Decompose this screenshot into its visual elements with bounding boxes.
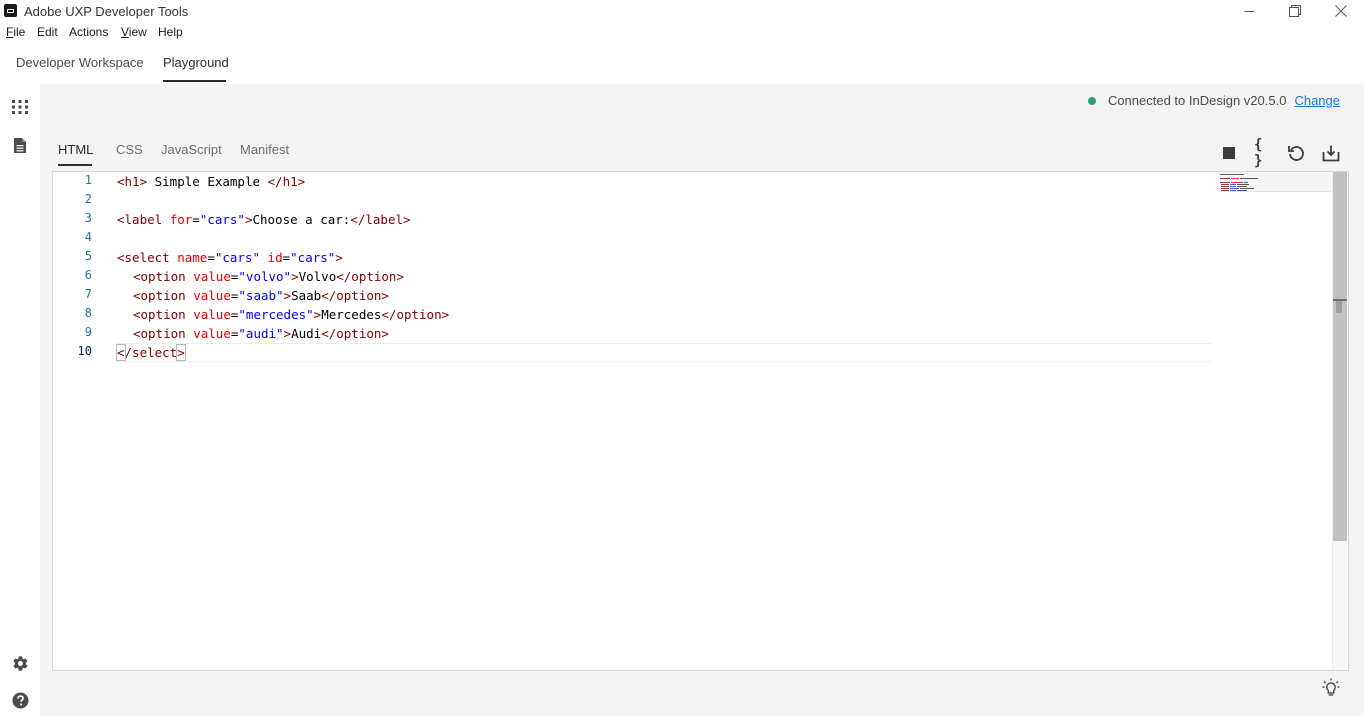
connection-status-text: Connected to InDesign v20.5.0 bbox=[1107, 93, 1287, 108]
menu-view[interactable]: View bbox=[121, 25, 147, 39]
close-button[interactable] bbox=[1318, 0, 1363, 22]
tab-playground[interactable]: Playground bbox=[163, 55, 229, 70]
change-link[interactable]: Change bbox=[1294, 93, 1340, 108]
vertical-scrollbar[interactable] bbox=[1332, 172, 1347, 670]
tab-javascript[interactable]: JavaScript bbox=[161, 142, 222, 157]
minimize-icon bbox=[1244, 10, 1255, 12]
code-line: <label for="cars">Choose a car:</label> bbox=[117, 212, 411, 227]
reload-icon bbox=[1288, 146, 1304, 161]
active-subtab-indicator bbox=[58, 164, 92, 166]
tab-html[interactable]: HTML bbox=[58, 142, 93, 157]
code-line: <h1> Simple Example </h1> bbox=[117, 174, 306, 189]
tab-manifest[interactable]: Manifest bbox=[240, 142, 289, 157]
minimap[interactable] bbox=[1218, 172, 1331, 192]
close-icon bbox=[1334, 5, 1347, 17]
line-number: 3 bbox=[84, 211, 92, 225]
lightbulb-icon[interactable] bbox=[1322, 678, 1340, 698]
menu-bar: File Edit Actions View Help bbox=[0, 22, 1364, 42]
tab-developer-workspace[interactable]: Developer Workspace bbox=[16, 55, 144, 70]
top-tabs: Developer Workspace Playground bbox=[0, 42, 1364, 85]
current-line-highlight bbox=[117, 343, 1211, 362]
menu-view-label: iew bbox=[128, 25, 147, 39]
title-bar: Adobe UXP Developer Tools bbox=[0, 0, 1364, 22]
app-logo-icon bbox=[4, 4, 17, 17]
line-number: 6 bbox=[84, 268, 92, 282]
left-rail bbox=[0, 84, 40, 716]
stop-button[interactable] bbox=[1220, 144, 1238, 162]
menu-file[interactable]: File bbox=[6, 25, 25, 39]
line-number: 1 bbox=[84, 173, 92, 187]
stop-icon bbox=[1223, 147, 1235, 159]
connection-status: Connected to InDesign v20.5.0 Change bbox=[1087, 93, 1340, 108]
minimize-button[interactable] bbox=[1227, 0, 1272, 22]
status-dot-icon bbox=[1087, 96, 1096, 105]
line-number: 9 bbox=[84, 325, 92, 339]
scrollbar-marker bbox=[1336, 301, 1342, 313]
line-number: 4 bbox=[84, 230, 92, 244]
export-button[interactable] bbox=[1322, 144, 1340, 162]
code-line-current: </select> bbox=[116, 344, 186, 361]
line-number: 7 bbox=[84, 287, 92, 301]
line-number: 5 bbox=[84, 249, 92, 263]
format-button[interactable]: { } bbox=[1254, 137, 1272, 169]
code-line: <option value="volvo">Volvo</option> bbox=[133, 269, 404, 284]
menu-help[interactable]: Help bbox=[158, 25, 183, 39]
format-braces-icon: { } bbox=[1254, 137, 1263, 169]
help-icon[interactable] bbox=[10, 690, 30, 710]
code-editor[interactable]: 1 2 3 4 5 6 7 8 9 10 <h1> Simple Example… bbox=[52, 171, 1349, 671]
tab-css[interactable]: CSS bbox=[116, 142, 143, 157]
menu-view-mnemonic: V bbox=[121, 25, 129, 39]
line-number: 8 bbox=[84, 306, 92, 320]
menu-edit[interactable]: Edit bbox=[37, 25, 58, 39]
code-line: <select name="cars" id="cars"> bbox=[117, 250, 343, 265]
code-content: <h1> Simple Example </h1> <label for="ca… bbox=[116, 172, 449, 361]
menu-help-label: Help bbox=[158, 25, 183, 39]
maximize-button[interactable] bbox=[1272, 0, 1317, 22]
window-title: Adobe UXP Developer Tools bbox=[24, 4, 189, 19]
code-line: <option value="mercedes">Mercedes</optio… bbox=[133, 307, 450, 322]
menu-file-label: ile bbox=[13, 25, 26, 39]
menu-actions[interactable]: Actions bbox=[69, 25, 108, 39]
apps-grid-icon[interactable] bbox=[10, 97, 30, 117]
scrollbar-thumb[interactable] bbox=[1333, 172, 1347, 541]
menu-edit-label: Edit bbox=[37, 25, 58, 39]
playground-panel: Connected to InDesign v20.5.0 Change HTM… bbox=[40, 84, 1364, 716]
line-number: 2 bbox=[84, 192, 92, 206]
reload-button[interactable] bbox=[1287, 144, 1305, 162]
settings-gear-icon[interactable] bbox=[10, 653, 30, 673]
document-icon[interactable] bbox=[10, 135, 30, 155]
menu-actions-label: Actions bbox=[69, 25, 109, 39]
active-tab-indicator bbox=[163, 80, 226, 82]
code-line: <option value="saab">Saab</option> bbox=[133, 288, 389, 303]
restore-icon bbox=[1288, 5, 1301, 17]
line-number-current: 10 bbox=[77, 344, 92, 358]
export-icon bbox=[1322, 145, 1340, 162]
code-line: <option value="audi">Audi</option> bbox=[133, 326, 389, 341]
